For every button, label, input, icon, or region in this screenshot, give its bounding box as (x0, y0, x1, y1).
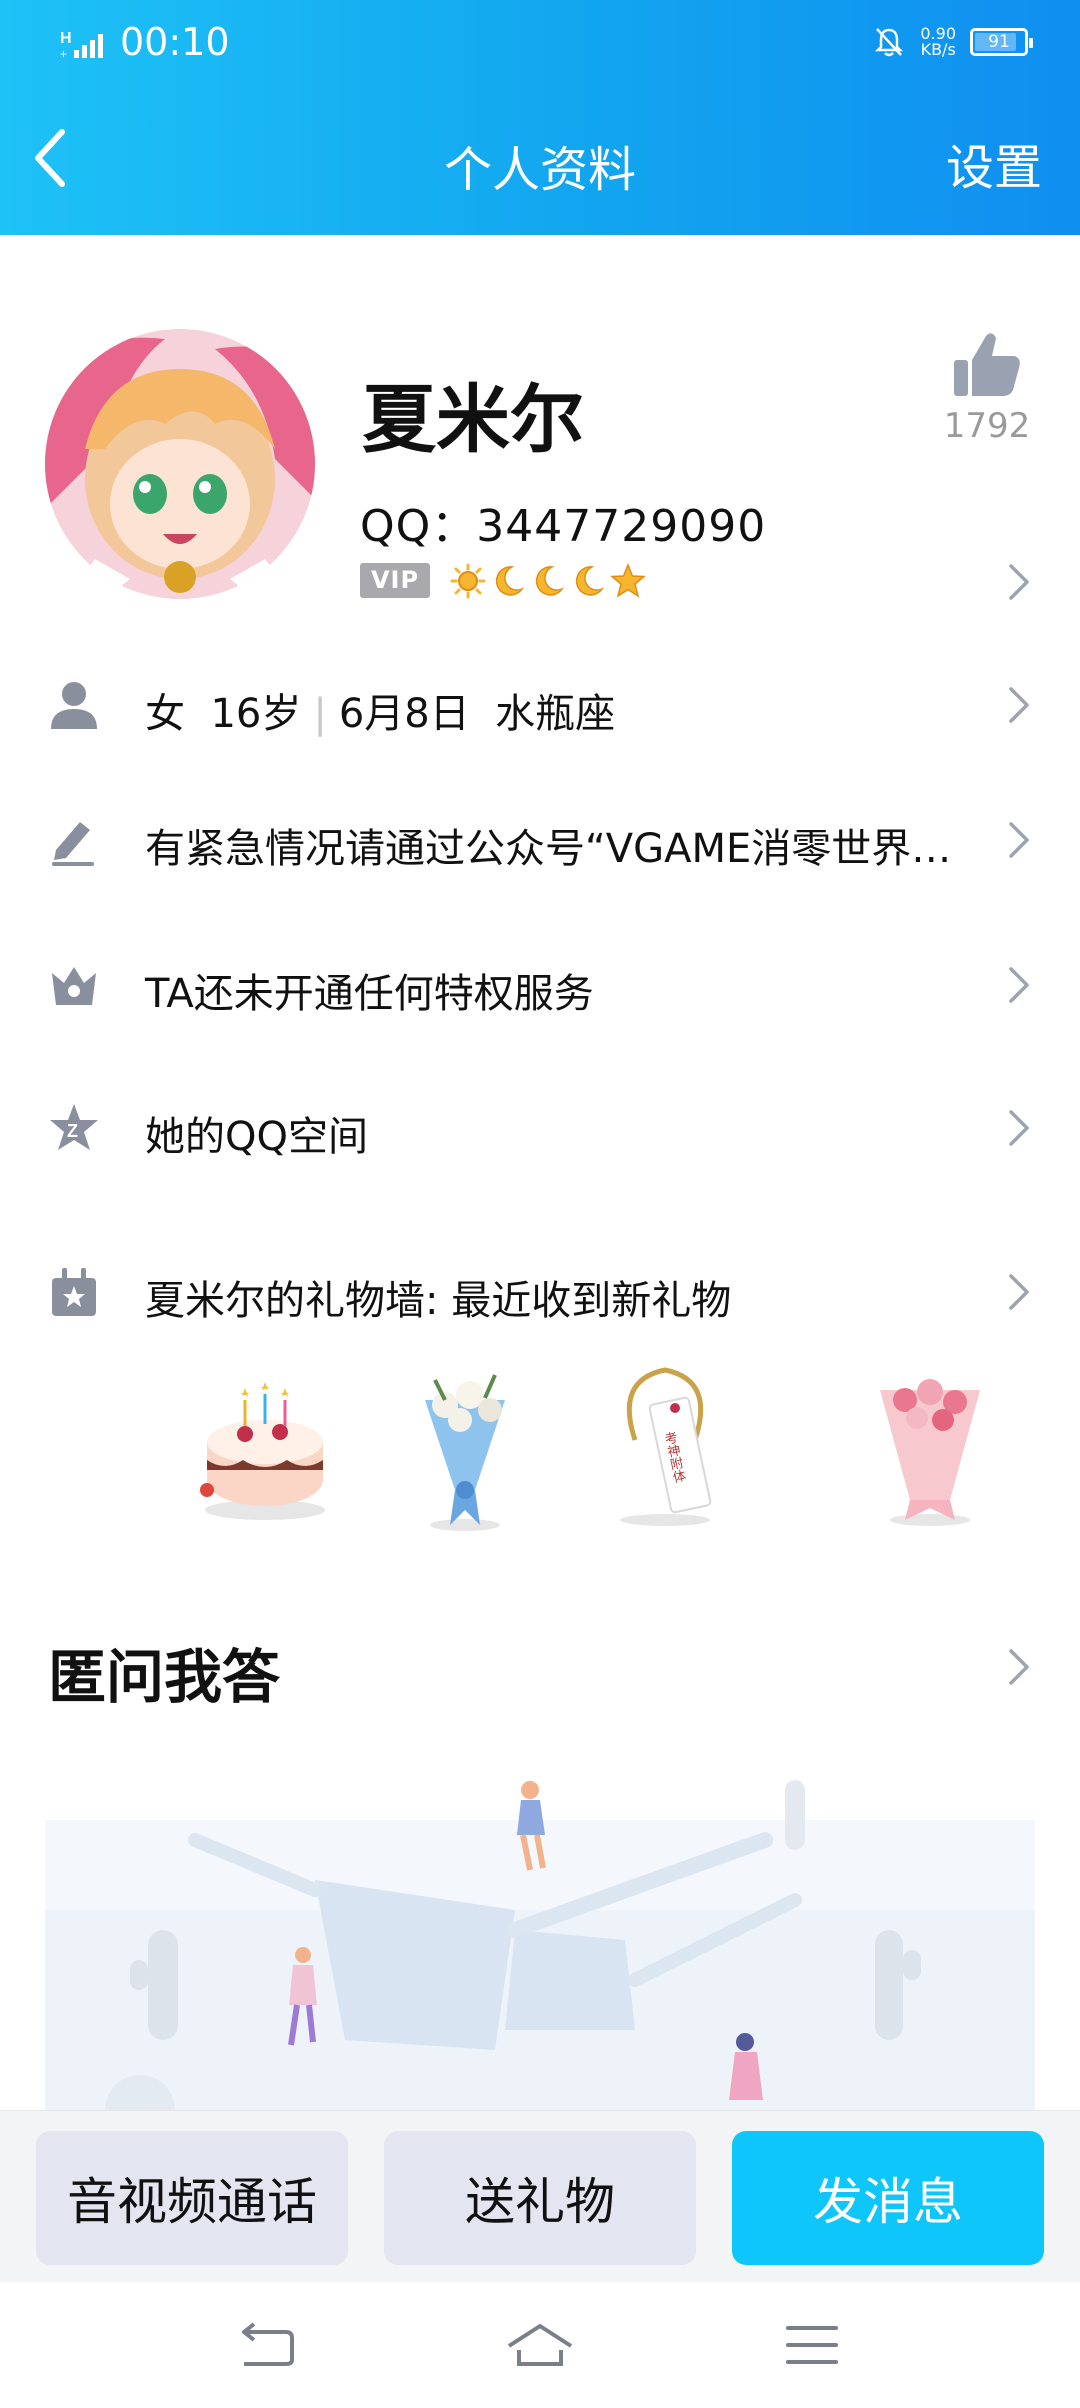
gender: 女 (145, 691, 185, 737)
qa-illustration (45, 1780, 1035, 2110)
signal-icon: H + (60, 30, 103, 60)
row-basic-info[interactable]: 女 16岁 | 6月8日 水瓶座 (0, 665, 1080, 745)
avatar-image (45, 329, 315, 599)
star-icon (610, 563, 646, 598)
birthday: 6月8日 (338, 691, 470, 737)
charm-tag-gift[interactable]: 考神附体 (620, 1367, 712, 1526)
page-title: 个人资料 (443, 142, 636, 198)
moon-icon (535, 566, 565, 596)
like-count: 1792 (943, 406, 1031, 446)
chevron-right-icon (1009, 822, 1029, 858)
gift-box-icon (52, 1268, 96, 1316)
nav-menu-icon[interactable] (784, 2322, 840, 2368)
row-gift-wall[interactable]: 夏米尔的礼物墙: 最近收到新礼物 (0, 1252, 1080, 1332)
app-header: H + 00:10 0.90 KB/s 91 个人资料 设置 (0, 0, 1080, 235)
network-speed: 0.90 KB/s (920, 26, 956, 58)
age: 16岁 (210, 691, 302, 737)
av-call-button[interactable]: 音视频通话 (36, 2131, 348, 2265)
status-time: 00:10 (120, 20, 230, 64)
sun-icon (450, 563, 486, 599)
gift-list[interactable]: 考神附体 (185, 1360, 1005, 1540)
row-privilege[interactable]: TA还未开通任何特权服务 (0, 945, 1080, 1025)
action-bar: 音视频通话 送礼物 发消息 (0, 2110, 1080, 2282)
person-icon (51, 682, 97, 729)
gift-wall-text: 夏米尔的礼物墙: 最近收到新礼物 (145, 1278, 732, 1324)
vip-badge: VIP (360, 563, 430, 598)
status-bar: H + 00:10 0.90 KB/s 91 (0, 0, 1080, 86)
chevron-right-icon (1009, 1110, 1029, 1146)
qa-title: 匿问我答 (48, 1643, 281, 1711)
blue-bouquet-gift[interactable] (425, 1374, 505, 1531)
moon-icon (575, 566, 605, 596)
qzone-star-icon: Z (50, 1104, 98, 1150)
profile-chevron-right-icon[interactable] (1006, 561, 1032, 603)
chevron-right-icon (1009, 687, 1029, 723)
thumbs-up-icon (954, 333, 1020, 396)
pencil-icon (52, 822, 94, 866)
send-message-button[interactable]: 发消息 (732, 2131, 1044, 2265)
settings-button[interactable]: 设置 (946, 128, 1042, 198)
cake-gift[interactable] (200, 1382, 325, 1520)
send-gift-button[interactable]: 送礼物 (384, 2131, 696, 2265)
svg-text:H: H (60, 30, 72, 47)
row-signature[interactable]: 有紧急情况请通过公众号“VGAME消零世界… (0, 800, 1080, 880)
svg-text:+: + (60, 47, 67, 60)
avatar[interactable] (45, 329, 315, 599)
chevron-right-icon (1009, 1274, 1029, 1310)
svg-text:Z: Z (67, 1121, 78, 1141)
nav-back-icon[interactable] (240, 2322, 296, 2368)
level-icons[interactable] (450, 560, 646, 602)
battery-level: 91 (988, 32, 1010, 52)
zodiac: 水瓶座 (495, 691, 616, 737)
mute-bell-icon (875, 28, 904, 57)
signature-text: 有紧急情况请通过公众号“VGAME消零世界… (145, 826, 952, 872)
privilege-text: TA还未开通任何特权服务 (145, 971, 594, 1017)
speed-unit: KB/s (920, 40, 956, 59)
qa-chevron-right-icon[interactable] (1006, 1646, 1032, 1688)
qq-number: QQ：3447729090 (360, 501, 767, 552)
basic-info-text: 女 16岁 | 6月8日 水瓶座 (145, 691, 616, 737)
like-button[interactable]: 1792 (932, 330, 1042, 446)
status-right: 0.90 KB/s 91 (872, 22, 1033, 62)
qzone-text: 她的QQ空间 (145, 1114, 368, 1160)
battery-icon: 91 (970, 28, 1033, 56)
nav-home-icon[interactable] (505, 2322, 575, 2368)
profile-name: 夏米尔 (362, 377, 584, 463)
crown-icon (52, 967, 96, 1005)
pink-bouquet-gift[interactable] (880, 1379, 980, 1526)
row-qzone[interactable]: Z 她的QQ空间 (0, 1088, 1080, 1168)
moon-icon (495, 566, 525, 596)
system-nav-bar (0, 2282, 1080, 2408)
chevron-right-icon (1009, 967, 1029, 1003)
